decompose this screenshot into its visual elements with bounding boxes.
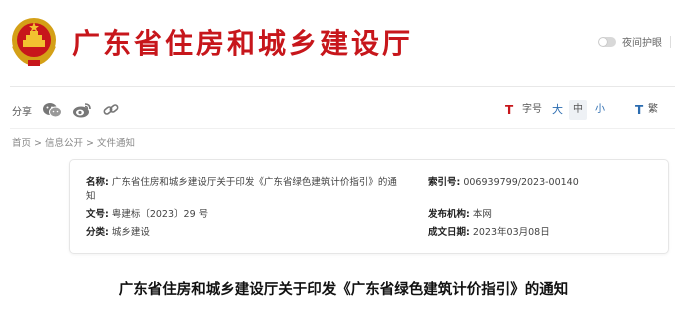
national-emblem-logo <box>10 16 58 68</box>
toolbar-divider <box>10 128 675 129</box>
info-category-row: 分类: 城乡建设 <box>86 226 150 240</box>
night-mode-label: 夜间护眼 <box>622 38 662 49</box>
font-size-label: 字号 <box>522 104 542 115</box>
weibo-icon[interactable] <box>72 102 92 118</box>
breadcrumb-info-public-link[interactable]: 信息公开 <box>45 138 83 149</box>
divider <box>670 35 671 48</box>
font-size-medium-button[interactable]: 中 <box>569 100 587 120</box>
breadcrumb-separator: > <box>86 138 94 149</box>
info-publisher-value: 本网 <box>472 209 492 220</box>
breadcrumb-separator: > <box>34 138 42 149</box>
document-info-card: 名称: 广东省住房和城乡建设厅关于印发《广东省绿色建筑计价指引》的通知 索引号:… <box>69 159 669 254</box>
share-bar: 分享 <box>12 102 120 118</box>
info-category-value: 城乡建设 <box>111 227 150 238</box>
info-index-label: 索引号: <box>428 177 461 188</box>
info-name-label: 名称: <box>86 177 109 188</box>
font-size-icon: T <box>505 103 514 117</box>
info-date-row: 成文日期: 2023年03月08日 <box>428 226 550 240</box>
info-category-label: 分类: <box>86 227 109 238</box>
wechat-icon[interactable] <box>42 102 62 118</box>
font-size-small-button[interactable]: 小 <box>595 100 605 120</box>
page-tools: T 字号 大 中 小 T 繁 <box>505 100 675 120</box>
info-doc-number-label: 文号: <box>86 209 109 220</box>
info-doc-number-value: 粤建标〔2023〕29 号 <box>111 209 209 220</box>
info-date-label: 成文日期: <box>428 227 470 238</box>
info-name-row: 名称: 广东省住房和城乡建设厅关于印发《广东省绿色建筑计价指引》的通知 <box>86 176 404 204</box>
info-index-row: 索引号: 006939799/2023-00140 <box>428 176 579 190</box>
info-publisher-label: 发布机构: <box>428 209 470 220</box>
breadcrumb-home-link[interactable]: 首页 <box>12 138 31 149</box>
font-size-large-button[interactable]: 大 <box>552 100 563 120</box>
info-index-value: 006939799/2023-00140 <box>463 177 579 188</box>
breadcrumb-file-notice-link[interactable]: 文件通知 <box>97 138 135 149</box>
toggle-switch-icon[interactable] <box>598 36 616 47</box>
info-doc-number-row: 文号: 粤建标〔2023〕29 号 <box>86 208 208 222</box>
site-title: 广东省住房和城乡建设厅 <box>72 27 414 60</box>
night-mode-toggle[interactable]: 夜间护眼 <box>598 34 671 49</box>
breadcrumb: 首页 > 信息公开 > 文件通知 <box>12 135 135 149</box>
share-label: 分享 <box>12 106 32 118</box>
traditional-chinese-icon[interactable]: T <box>635 100 643 120</box>
link-icon[interactable] <box>102 102 120 118</box>
traditional-chinese-button[interactable]: 繁 <box>648 100 658 120</box>
header-divider <box>10 86 675 87</box>
info-date-value: 2023年03月08日 <box>472 227 550 238</box>
info-publisher-row: 发布机构: 本网 <box>428 208 492 222</box>
article-title: 广东省住房和城乡建设厅关于印发《广东省绿色建筑计价指引》的通知 <box>118 282 569 298</box>
info-name-value: 广东省住房和城乡建设厅关于印发《广东省绿色建筑计价指引》的通知 <box>86 177 397 202</box>
